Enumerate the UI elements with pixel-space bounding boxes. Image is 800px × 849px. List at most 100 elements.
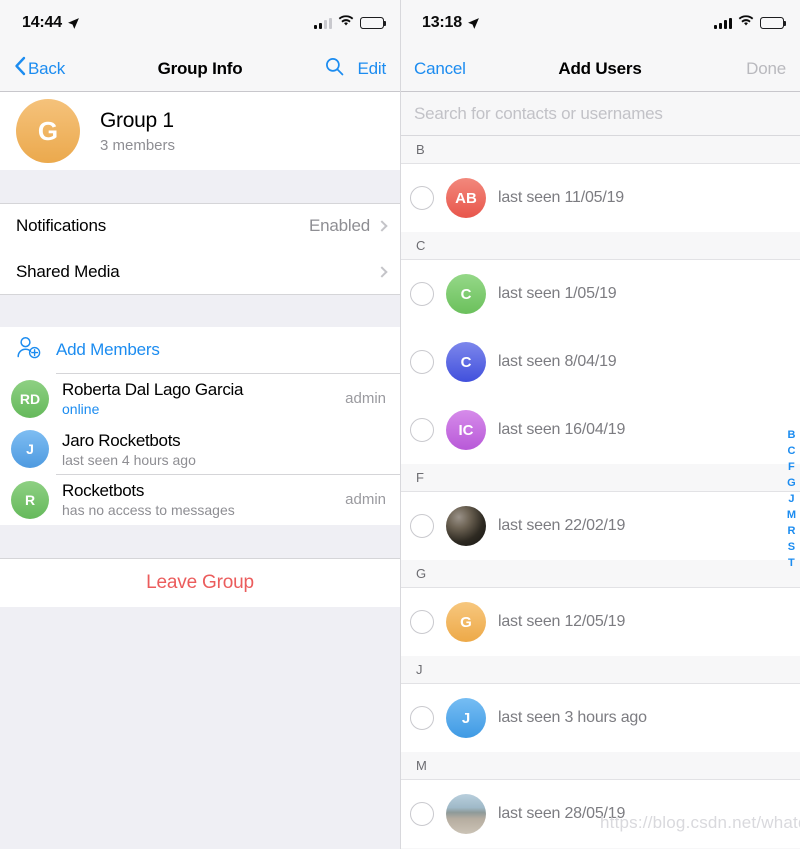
contact-row[interactable]: C last seen 8/04/19 [400,328,800,396]
right-nav-bar: Cancel Add Users Done [400,46,800,92]
contact-avatar: J [446,698,486,738]
member-row[interactable]: J Jaro Rocketbots last seen 4 hours ago [0,424,400,474]
contact-subtitle: last seen 12/05/19 [498,613,626,630]
group-info-screen: 14:44 Back Group Info Edit G Group 1 3 m… [0,0,400,849]
contact-subtitle: last seen 3 hours ago [498,709,647,726]
section-header-f: F [400,464,800,492]
contact-avatar-initials: IC [458,421,474,439]
chevron-right-icon [376,220,388,232]
settings-group: Notifications Enabled Shared Media [0,203,400,295]
group-avatar: G [16,99,80,163]
member-status: has no access to messages [62,502,235,518]
shared-media-label: Shared Media [16,261,120,281]
alpha-index-item[interactable]: S [788,542,795,553]
section-gap [0,294,400,327]
notifications-value: Enabled [309,216,370,235]
member-row[interactable]: RD Roberta Dal Lago Garcia online admin [0,373,400,424]
search-icon[interactable] [325,57,344,81]
members-group: Add Members RD Roberta Dal Lago Garcia o… [0,326,400,525]
contact-avatar-photo [446,506,486,546]
contact-row[interactable]: G last seen 12/05/19 [400,588,800,656]
alpha-index-item[interactable]: C [787,446,795,457]
shared-media-row[interactable]: Shared Media [0,249,400,294]
search-bar[interactable]: Search for contacts or usernames [400,92,800,136]
location-arrow-icon [67,17,80,30]
contact-checkbox[interactable] [410,514,434,538]
battery-icon [760,17,787,29]
alpha-index-item[interactable]: M [787,510,796,521]
search-input[interactable]: Search for contacts or usernames [414,104,663,124]
left-nav-bar: Back Group Info Edit [0,46,400,92]
contact-checkbox[interactable] [410,350,434,374]
member-avatar: R [11,480,49,519]
bottom-gap [0,607,400,767]
chevron-left-icon [14,56,26,81]
contact-checkbox[interactable] [410,802,434,826]
member-status: last seen 4 hours ago [62,451,196,468]
member-avatar-initials: R [24,491,36,508]
contact-avatar-initials: G [460,613,472,631]
contact-subtitle: last seen 8/04/19 [498,353,617,370]
leave-group-button[interactable]: Leave Group [0,558,400,607]
alpha-index-item[interactable]: R [787,526,795,537]
contact-avatar: IC [446,410,486,450]
section-header-j: J [400,656,800,684]
member-avatar-initials: J [26,441,34,457]
contact-avatar: G [446,602,486,642]
alphabet-index[interactable]: B C F G J M R S T [787,430,796,569]
leave-group-section: Leave Group [0,558,400,607]
location-arrow-icon [467,17,480,30]
right-status-bar: 13:18 [400,0,800,46]
wifi-icon [738,14,754,32]
cancel-button[interactable]: Cancel [414,59,466,79]
contact-avatar-initials: J [461,709,471,727]
wifi-icon [338,14,354,32]
add-members-label: Add Members [56,340,160,359]
left-status-bar: 14:44 [0,0,400,46]
contact-row[interactable]: IC last seen 16/04/19 [400,396,800,464]
member-name: Jaro Rocketbots [62,430,181,450]
section-header-b: B [400,136,800,164]
add-members-row[interactable]: Add Members [0,327,400,373]
status-time: 13:18 [422,14,462,31]
contact-row[interactable]: J last seen 3 hours ago [400,684,800,752]
back-button[interactable]: Back [14,56,65,81]
battery-icon [360,17,387,29]
contact-subtitle: last seen 28/05/19 [498,805,626,822]
alpha-index-item[interactable]: F [788,462,795,473]
contact-row[interactable]: last seen 28/05/19 [400,780,800,848]
contact-subtitle: last seen 1/05/19 [498,285,617,302]
alpha-index-item[interactable]: T [788,558,795,569]
contact-avatar-photo [446,794,486,834]
contact-checkbox[interactable] [410,186,434,210]
alpha-index-item[interactable]: J [788,494,794,505]
contact-checkbox[interactable] [410,706,434,730]
chevron-right-icon [376,265,388,278]
alpha-index-item[interactable]: B [787,430,795,441]
contact-checkbox[interactable] [410,418,434,442]
contact-row[interactable]: last seen 22/02/19 [400,492,800,560]
member-admin-badge: admin [345,390,386,407]
contact-checkbox[interactable] [410,610,434,634]
member-avatar-initials: RD [19,390,41,407]
contact-row[interactable]: C last seen 1/05/19 [400,260,800,328]
group-members-count: 3 members [100,136,176,154]
add-person-icon [16,336,42,365]
contact-avatar-initials: C [460,353,472,371]
group-header[interactable]: G Group 1 3 members [0,92,400,170]
add-users-screen: 13:18 Cancel Add Users Done Search for c… [400,0,800,849]
signal-bars-icon [714,17,732,29]
contact-avatar-initials: AB [455,189,477,207]
signal-bars-icon [314,17,332,29]
contact-checkbox[interactable] [410,282,434,306]
member-row[interactable]: R Rocketbots has no access to messages a… [0,474,400,525]
member-name: Roberta Dal Lago Garcia [62,380,244,399]
notifications-row[interactable]: Notifications Enabled [0,203,400,249]
alpha-index-item[interactable]: G [787,478,796,489]
notifications-label: Notifications [16,216,106,235]
contact-row[interactable]: AB last seen 11/05/19 [400,164,800,232]
contact-avatar-initials: C [460,285,472,303]
member-avatar: RD [11,379,49,418]
done-button[interactable]: Done [746,59,786,79]
edit-button[interactable]: Edit [358,59,387,79]
